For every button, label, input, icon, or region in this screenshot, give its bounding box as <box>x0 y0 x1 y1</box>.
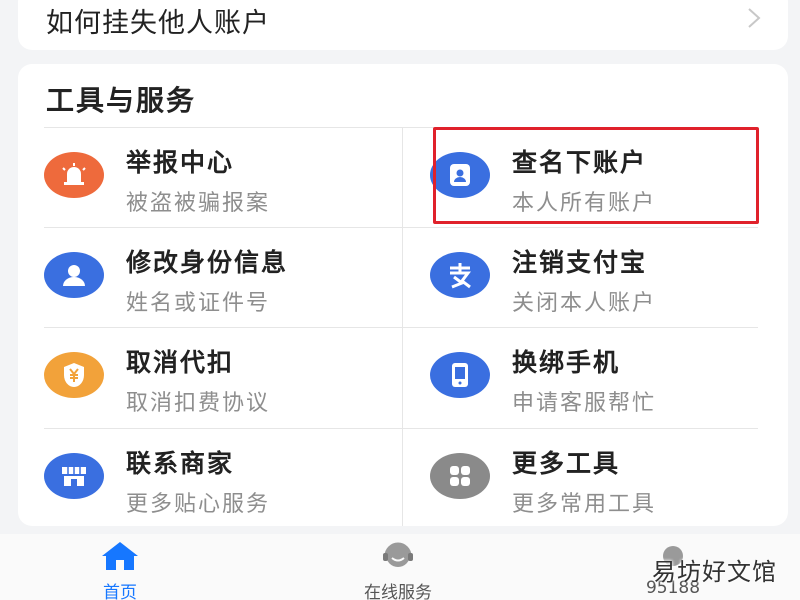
tools-services-card: 工具与服务 举报中心 被盗被骗报案 查名下账户 本人所有账户 修改身份信息 姓名… <box>18 64 788 526</box>
tool-name: 修改身份信息 <box>126 248 289 277</box>
nav-service-label: 在线服务 <box>364 583 432 600</box>
section-title: 工具与服务 <box>46 84 197 117</box>
user-icon <box>44 252 104 298</box>
nav-home-label: 首页 <box>103 583 137 600</box>
nav-home[interactable]: 首页 <box>90 540 150 600</box>
bottom-nav: 首页 在线服务 95188 易坊好文馆 <box>0 534 800 600</box>
tool-change-phone[interactable]: 换绑手机 申请客服帮忙 <box>430 327 786 427</box>
tool-desc: 姓名或证件号 <box>126 291 271 316</box>
tool-desc: 关闭本人账户 <box>512 291 657 316</box>
alipay-icon <box>430 252 490 298</box>
alarm-light-icon <box>44 152 104 198</box>
tool-desc: 更多常用工具 <box>512 492 657 517</box>
tool-name: 取消代扣 <box>126 348 235 377</box>
report-loss-title: 如何挂失他人账户 <box>46 8 270 39</box>
tool-cancel-autopay[interactable]: 取消代扣 取消扣费协议 <box>44 327 400 427</box>
tool-desc: 更多贴心服务 <box>126 492 271 517</box>
chevron-right-icon <box>748 8 761 28</box>
tool-report-center[interactable]: 举报中心 被盗被骗报案 <box>44 127 400 227</box>
watermark: 易坊好文馆 <box>652 558 777 586</box>
nav-online-service[interactable]: 在线服务 <box>350 540 446 600</box>
customer-service-icon <box>383 542 413 567</box>
tool-name: 注销支付宝 <box>512 248 648 277</box>
phone-icon <box>430 352 490 398</box>
yuan-shield-icon <box>44 352 104 398</box>
highlight-box <box>433 127 759 224</box>
tool-desc: 取消扣费协议 <box>126 391 271 416</box>
tool-desc: 被盗被骗报案 <box>126 191 271 216</box>
tool-name: 举报中心 <box>126 148 235 177</box>
tool-name: 联系商家 <box>126 449 235 478</box>
report-loss-entry[interactable]: 如何挂失他人账户 <box>18 0 788 50</box>
grid-icon <box>430 453 490 499</box>
tool-name: 更多工具 <box>512 449 621 478</box>
tool-desc: 申请客服帮忙 <box>512 391 657 416</box>
tool-edit-identity[interactable]: 修改身份信息 姓名或证件号 <box>44 227 400 327</box>
divider <box>402 127 403 526</box>
tool-contact-merchant[interactable]: 联系商家 更多贴心服务 <box>44 428 400 528</box>
tools-grid: 举报中心 被盗被骗报案 查名下账户 本人所有账户 修改身份信息 姓名或证件号 注… <box>44 127 784 526</box>
tool-close-alipay[interactable]: 注销支付宝 关闭本人账户 <box>430 227 786 327</box>
store-icon <box>44 453 104 499</box>
home-icon <box>102 542 138 570</box>
page: 如何挂失他人账户 工具与服务 举报中心 被盗被骗报案 查名下账户 本人所有账户 … <box>0 0 800 600</box>
tool-name: 换绑手机 <box>512 348 621 377</box>
tool-more-tools[interactable]: 更多工具 更多常用工具 <box>430 428 786 528</box>
